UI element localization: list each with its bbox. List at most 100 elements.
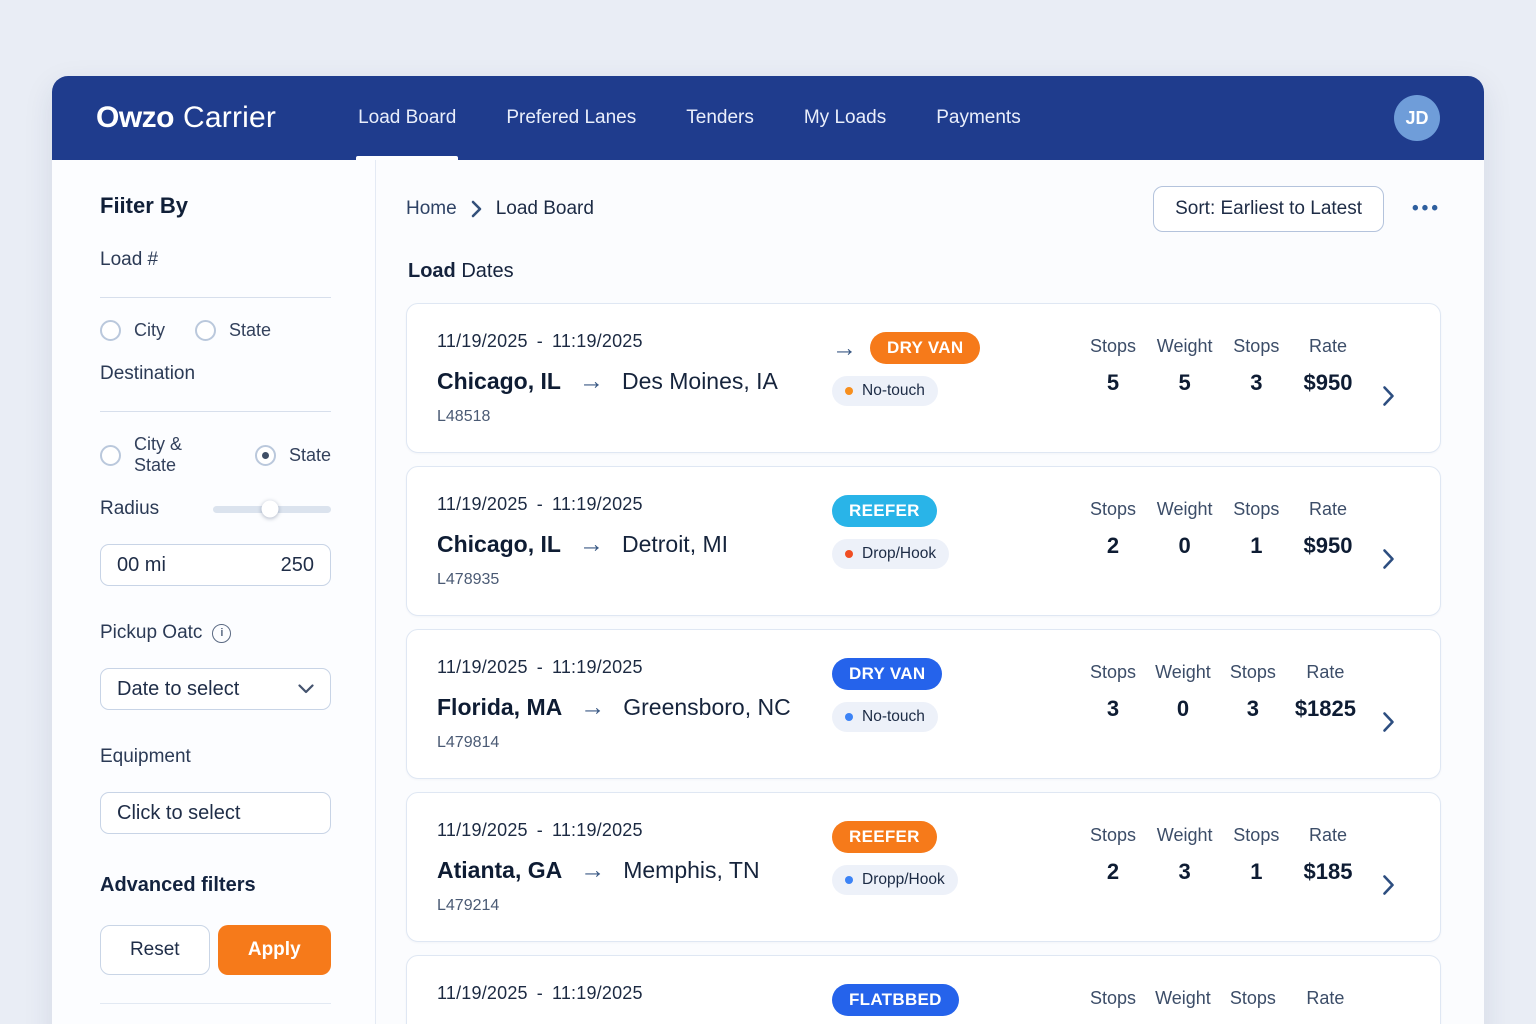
tag-wrap: No-touch bbox=[832, 376, 1077, 406]
badge-line: → REEFER bbox=[832, 494, 1077, 528]
top-line: Home Load Board Sort: Earliest to Latest… bbox=[406, 186, 1441, 232]
radio-option[interactable]: City bbox=[100, 320, 165, 341]
radio-option[interactable]: State bbox=[195, 320, 271, 341]
stat-column: Weight 0 bbox=[1157, 499, 1213, 615]
destination-city: Memphis, TN bbox=[623, 857, 759, 884]
nav-item[interactable]: Load Board bbox=[358, 76, 456, 160]
info-icon: i bbox=[212, 624, 231, 643]
nav-item-label: Payments bbox=[936, 107, 1020, 129]
slider-thumb[interactable] bbox=[261, 501, 278, 518]
stat-value: $1825 bbox=[1295, 696, 1356, 722]
chevron-right-icon bbox=[1382, 385, 1395, 407]
nav-item[interactable]: Tenders bbox=[686, 76, 754, 160]
stat-label: Weight bbox=[1155, 988, 1211, 1009]
stat-column: Stops 2 bbox=[1085, 825, 1141, 941]
load-dates: 11/19/2025 - 11:19/2025 bbox=[437, 820, 832, 841]
app-body: Fiiter By Load # City State Destination bbox=[52, 160, 1484, 1024]
chevron-right-icon bbox=[1382, 548, 1395, 570]
stat-value: $185 bbox=[1300, 859, 1356, 885]
chevron-down-icon bbox=[298, 684, 314, 694]
nav-item-label: My Loads bbox=[804, 107, 886, 129]
load-route: Chicago, IL → Des Moines, IA bbox=[437, 368, 832, 395]
stat-label: Stops bbox=[1085, 499, 1141, 520]
badge-line: → DRY VAN bbox=[832, 331, 1077, 365]
stat-label: Stops bbox=[1228, 499, 1284, 520]
load-card[interactable]: 11/19/2025 - 11:19/2025 Atianta, GA → Me… bbox=[406, 792, 1441, 942]
more-menu-icon[interactable]: ••• bbox=[1412, 198, 1441, 220]
nav-item[interactable]: Payments bbox=[936, 76, 1020, 160]
date-from: 11/19/2025 bbox=[437, 820, 528, 841]
stat-column: Weight 0 bbox=[1155, 988, 1211, 1024]
stat-column: Weight 5 bbox=[1157, 336, 1213, 452]
load-dates: 11/19/2025 - 11:19/2025 bbox=[437, 331, 832, 352]
origin-city: Chicago, IL bbox=[437, 531, 561, 558]
equipment-label: Equipment bbox=[100, 746, 191, 768]
topline-actions: Sort: Earliest to Latest ••• bbox=[1153, 186, 1441, 232]
breadcrumb-current: Load Board bbox=[496, 198, 594, 220]
status-dot-icon bbox=[845, 713, 853, 721]
load-number-input[interactable] bbox=[100, 297, 331, 298]
logo-bold: Owzo bbox=[96, 101, 174, 135]
load-card[interactable]: 11/19/2025 - 11:19/2025 Chicago, IL → De… bbox=[406, 303, 1441, 453]
stat-label: Stops bbox=[1228, 336, 1284, 357]
tag-wrap: Drop/Hook bbox=[832, 539, 1077, 569]
radio-circle[interactable] bbox=[255, 445, 276, 466]
radio-label: State bbox=[289, 445, 331, 466]
user-avatar[interactable]: JD bbox=[1394, 95, 1440, 141]
radio-circle[interactable] bbox=[100, 320, 121, 341]
stat-column: Rate $185 bbox=[1300, 825, 1356, 941]
nav-item[interactable]: My Loads bbox=[804, 76, 886, 160]
load-card[interactable]: 11/19/2025 - 11:19/2025 Columbus, OH → C… bbox=[406, 955, 1441, 1024]
reset-button[interactable]: Reset bbox=[100, 925, 210, 975]
load-number-label: Load # bbox=[100, 249, 331, 271]
radio-option[interactable]: City & State bbox=[100, 434, 225, 476]
origin-city: Chicago, IL bbox=[437, 368, 561, 395]
stat-label: Rate bbox=[1295, 662, 1356, 683]
load-route: Atianta, GA → Memphis, TN bbox=[437, 857, 832, 884]
load-info-column: 11/19/2025 - 11:19/2025 Atianta, GA → Me… bbox=[437, 820, 832, 941]
open-load-chevron[interactable] bbox=[1382, 874, 1416, 896]
pickup-date-select[interactable]: Date to select bbox=[100, 668, 331, 710]
sort-button[interactable]: Sort: Earliest to Latest bbox=[1153, 186, 1384, 232]
pickup-date-label: Pickup Oatc bbox=[100, 622, 202, 644]
load-id: L479214 bbox=[437, 897, 832, 915]
breadcrumb-home-link[interactable]: Home bbox=[406, 198, 457, 220]
filter-sidebar: Fiiter By Load # City State Destination bbox=[52, 160, 376, 1024]
stat-label: Rate bbox=[1300, 825, 1356, 846]
load-dates: 11/19/2025 - 11:19/2025 bbox=[437, 657, 832, 678]
radio-circle[interactable] bbox=[100, 445, 121, 466]
load-card[interactable]: 11/19/2025 - 11:19/2025 Chicago, IL → De… bbox=[406, 466, 1441, 616]
load-card[interactable]: 11/19/2025 - 11:19/2025 Florida, MA → Gr… bbox=[406, 629, 1441, 779]
apply-button[interactable]: Apply bbox=[218, 925, 331, 975]
open-load-chevron[interactable] bbox=[1382, 548, 1416, 570]
stat-label: Rate bbox=[1300, 499, 1356, 520]
destination-city: Greensboro, NC bbox=[623, 694, 790, 721]
status-dot-icon bbox=[845, 550, 853, 558]
equipment-badge: REEFER bbox=[832, 495, 937, 527]
radius-range-field[interactable]: 00 mi 250 bbox=[100, 544, 331, 586]
tag-wrap: No-touch bbox=[832, 702, 1077, 732]
nav-item[interactable]: Prefered Lanes bbox=[506, 76, 636, 160]
load-id: L478935 bbox=[437, 571, 832, 589]
stat-column: Stops 2 bbox=[1085, 988, 1141, 1024]
stat-column: Stops 1 bbox=[1228, 499, 1284, 615]
load-route: Chicago, IL → Detroit, MI bbox=[437, 531, 832, 558]
origin-city: Atianta, GA bbox=[437, 857, 562, 884]
date-from: 11/19/2025 bbox=[437, 494, 528, 515]
open-load-chevron[interactable] bbox=[1382, 385, 1416, 407]
handling-tag: Drop/Hook bbox=[832, 539, 949, 569]
open-load-chevron[interactable] bbox=[1382, 711, 1416, 733]
stat-value: 3 bbox=[1085, 696, 1141, 722]
radius-slider[interactable] bbox=[213, 506, 331, 513]
stat-value: 5 bbox=[1085, 370, 1141, 396]
stat-label: Stops bbox=[1085, 336, 1141, 357]
load-dates: 11/19/2025 - 11:19/2025 bbox=[437, 494, 832, 515]
date-separator: - bbox=[537, 820, 543, 841]
radio-circle[interactable] bbox=[195, 320, 216, 341]
arrow-right-icon: → bbox=[579, 369, 604, 394]
stat-value: 1 bbox=[1228, 859, 1284, 885]
equipment-select[interactable]: Click to select bbox=[100, 792, 331, 834]
arrow-right-icon: → bbox=[580, 695, 605, 720]
destination-input[interactable] bbox=[100, 411, 331, 412]
radio-option[interactable]: State bbox=[255, 445, 331, 466]
